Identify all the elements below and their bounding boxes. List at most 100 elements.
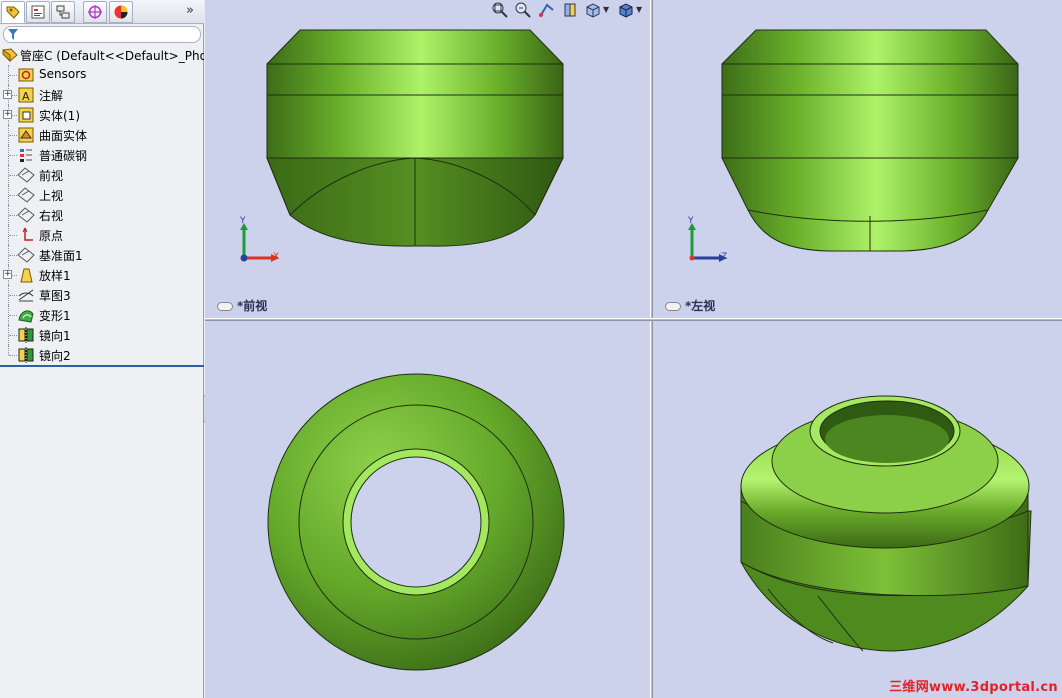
more-tabs-button[interactable]: »	[186, 3, 194, 18]
isometric-view-part	[740, 395, 1032, 652]
dimxpert-tab-icon	[88, 5, 102, 19]
solid-bodies-icon	[17, 106, 35, 124]
viewport-left-label: *左视	[665, 297, 715, 314]
filter-row	[0, 25, 204, 45]
tree-connector	[9, 135, 17, 136]
svg-text:A: A	[22, 90, 30, 103]
display-manager-tab-icon	[114, 5, 128, 19]
tree-item[interactable]: 原点	[0, 225, 204, 245]
tree-connector	[9, 315, 17, 316]
filter-input[interactable]	[3, 26, 201, 43]
viewport-front-name: *前视	[237, 299, 268, 313]
tree-item[interactable]: + 实体(1)	[0, 105, 204, 125]
tree-item-label: 基准面1	[39, 249, 83, 263]
sketch-icon	[17, 286, 35, 304]
tree-item-label: 放样1	[39, 269, 71, 283]
tree-item[interactable]: + 放样1	[0, 265, 204, 285]
tree-connector	[9, 75, 17, 76]
tree-item-label: 前视	[39, 169, 64, 183]
plane-icon	[17, 166, 35, 184]
material-icon	[17, 146, 35, 164]
rollback-bar[interactable]	[0, 365, 204, 367]
tree-item[interactable]: 镜向1	[0, 325, 204, 345]
loft-icon	[17, 266, 35, 284]
link-views-icon[interactable]	[217, 302, 233, 311]
expand-toggle[interactable]: +	[3, 90, 12, 99]
tree-connector	[9, 295, 17, 296]
feature-manager-panel: » 管座C (Default<<Default>_Phot Sensors + A 注…	[0, 0, 204, 698]
configurationmanager-tab[interactable]	[51, 1, 75, 23]
tree-connector	[9, 335, 17, 336]
top-view-part	[267, 373, 565, 671]
tree-item[interactable]: 前视	[0, 165, 204, 185]
sensors-icon	[17, 66, 35, 84]
tree-item[interactable]: + A 注解	[0, 85, 204, 105]
expand-toggle[interactable]: +	[3, 270, 12, 279]
tree-connector	[9, 355, 17, 356]
axis-y-label-left: Y	[688, 216, 694, 226]
horizontal-view-splitter[interactable]	[205, 318, 1062, 321]
tree-connector	[9, 195, 17, 196]
tree-connector	[9, 235, 17, 236]
tree-root-part[interactable]: 管座C (Default<<Default>_Phot	[0, 45, 204, 65]
tree-item[interactable]: 普通碳钢	[0, 145, 204, 165]
tree-item[interactable]: 草图3	[0, 285, 204, 305]
tree-item[interactable]: 曲面实体	[0, 125, 204, 145]
display-manager-tab[interactable]	[109, 1, 133, 23]
tree-item-label: 镜向2	[39, 349, 71, 363]
filter-icon	[8, 29, 18, 40]
tree-item-label: Sensors	[39, 67, 87, 81]
plane-icon	[17, 206, 35, 224]
axis-y-label: Y	[240, 216, 246, 226]
tree-item-label: 注解	[39, 89, 64, 103]
dimxpert-tab[interactable]	[83, 1, 107, 23]
tree-item-label: 实体(1)	[39, 109, 80, 123]
tree-item[interactable]: Sensors	[0, 65, 204, 85]
tree-item-label: 上视	[39, 189, 64, 203]
annotations-icon: A	[17, 86, 35, 104]
featuremanager-tab[interactable]	[1, 1, 25, 23]
vertical-view-splitter[interactable]	[650, 0, 653, 698]
axis-z-label-left: Z	[721, 252, 728, 262]
tree-connector	[9, 255, 17, 256]
tree-connector	[9, 175, 17, 176]
viewport-left[interactable]: Y Z *左视	[653, 0, 1062, 318]
tree-connector	[9, 215, 17, 216]
tree-item-label: 曲面实体	[39, 129, 88, 143]
axis-x-label: X	[273, 252, 280, 262]
surface-bodies-icon	[17, 126, 35, 144]
deform-icon	[17, 306, 35, 324]
configurationmanager-tab-icon	[56, 5, 70, 19]
tree-item[interactable]: 变形1	[0, 305, 204, 325]
mirror-icon	[17, 346, 35, 364]
tree-item-label: 右视	[39, 209, 64, 223]
link-views-icon[interactable]	[665, 302, 681, 311]
expand-toggle[interactable]: +	[3, 110, 12, 119]
tree-connector	[9, 155, 17, 156]
featuremanager-tab-icon	[6, 6, 20, 19]
tree-item-label: 普通碳钢	[39, 149, 88, 163]
origin-icon	[17, 226, 35, 244]
mirror-icon	[17, 326, 35, 344]
viewport-isometric[interactable]: 三维网www.3dportal.cn	[653, 321, 1062, 698]
viewport-top[interactable]	[205, 321, 650, 698]
watermark-text: 三维网www.3dportal.cn	[889, 680, 1058, 695]
tree-root-label: 管座C (Default<<Default>_Phot	[20, 49, 204, 63]
tree-item[interactable]: 右视	[0, 205, 204, 225]
propertymanager-tab-icon	[31, 5, 45, 19]
tree-connector	[8, 345, 9, 355]
tree-item[interactable]: 上视	[0, 185, 204, 205]
tree-item[interactable]: 基准面1	[0, 245, 204, 265]
part-icon	[2, 48, 18, 63]
viewport-left-name: *左视	[685, 299, 716, 313]
panel-tab-bar: »	[0, 0, 204, 24]
plane-icon	[17, 186, 35, 204]
propertymanager-tab[interactable]	[26, 1, 50, 23]
viewport-front[interactable]: ▼ ▼ ▼ ▼ ▼	[205, 0, 650, 318]
tree-item[interactable]: 镜向2	[0, 345, 204, 365]
tree-item-label: 镜向1	[39, 329, 71, 343]
viewport-front-label: *前视	[217, 297, 267, 314]
tree-item-label: 原点	[39, 229, 64, 243]
tree-item-label: 变形1	[39, 309, 71, 323]
tree-item-label: 草图3	[39, 289, 71, 303]
